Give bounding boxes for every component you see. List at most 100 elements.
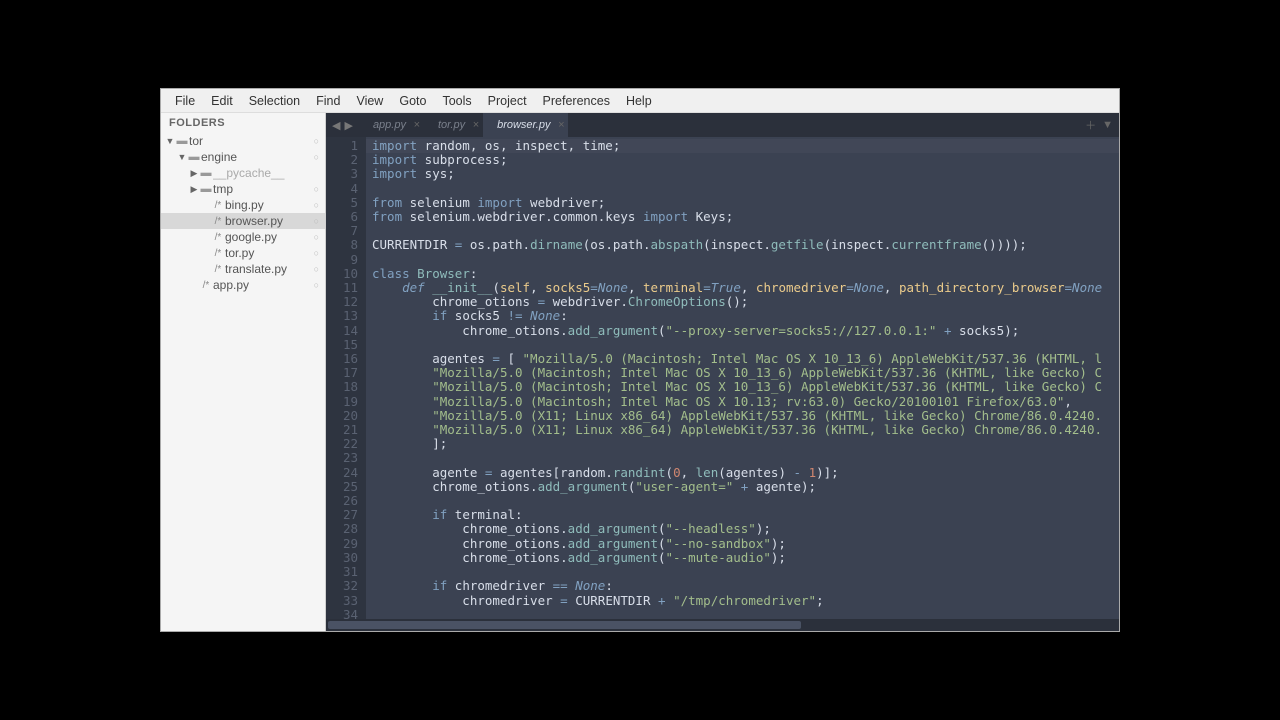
code-content[interactable]: import random, os, inspect, time;import … <box>366 137 1119 619</box>
close-icon[interactable]: × <box>473 119 479 131</box>
code-line[interactable]: chromedriver = CURRENTDIR + "/tmp/chrome… <box>372 594 1119 608</box>
menu-goto[interactable]: Goto <box>391 91 434 111</box>
line-number: 7 <box>326 224 358 238</box>
tree-label: google.py <box>225 230 314 244</box>
code-line[interactable] <box>372 451 1119 465</box>
tree-label: browser.py <box>225 214 314 228</box>
close-icon[interactable]: × <box>558 119 564 131</box>
code-line[interactable]: CURRENTDIR = os.path.dirname(os.path.abs… <box>372 238 1119 252</box>
code-line[interactable] <box>372 565 1119 579</box>
menu-view[interactable]: View <box>348 91 391 111</box>
code-line[interactable]: from selenium import webdriver; <box>372 196 1119 210</box>
tree-item-app-py[interactable]: /*app.py○ <box>161 277 325 293</box>
line-number: 26 <box>326 494 358 508</box>
tab-app-py[interactable]: app.py× <box>359 113 424 137</box>
tree-arrow-icon[interactable]: ▼ <box>165 136 175 146</box>
tree-item-google-py[interactable]: /*google.py○ <box>161 229 325 245</box>
line-number: 1 <box>326 139 358 153</box>
tree-item-tmp[interactable]: ▶▬tmp○ <box>161 181 325 197</box>
code-line[interactable]: chrome_otions.add_argument("--mute-audio… <box>372 551 1119 565</box>
code-line[interactable]: agente = agentes[random.randint(0, len(a… <box>372 466 1119 480</box>
code-line[interactable] <box>372 608 1119 619</box>
tab-nav[interactable]: ◀ ▶ <box>326 113 359 137</box>
line-number: 22 <box>326 437 358 451</box>
code-line[interactable]: "Mozilla/5.0 (Macintosh; Intel Mac OS X … <box>372 380 1119 394</box>
status-dot-icon: ○ <box>314 216 319 226</box>
tab-controls[interactable]: ＋ ▼ <box>1079 113 1119 137</box>
menu-find[interactable]: Find <box>308 91 348 111</box>
code-line[interactable]: ]; <box>372 437 1119 451</box>
line-number: 14 <box>326 324 358 338</box>
tab-browser-py[interactable]: browser.py× <box>483 113 568 137</box>
close-icon[interactable]: × <box>414 119 420 131</box>
code-line[interactable] <box>372 494 1119 508</box>
chevron-down-icon[interactable]: ▼ <box>1102 119 1113 131</box>
tree-item-browser-py[interactable]: /*browser.py○ <box>161 213 325 229</box>
nav-forward-icon[interactable]: ▶ <box>344 119 352 132</box>
code-line[interactable]: agentes = [ "Mozilla/5.0 (Macintosh; Int… <box>372 352 1119 366</box>
line-number: 28 <box>326 522 358 536</box>
horizontal-scrollbar[interactable] <box>326 619 1119 631</box>
tree-label: tmp <box>213 182 314 196</box>
code-line[interactable]: if terminal: <box>372 508 1119 522</box>
line-number: 17 <box>326 366 358 380</box>
folder-tree: ▼▬tor○▼▬engine○▶▬__pycache__▶▬tmp○/*bing… <box>161 133 325 631</box>
tree-item-translate-py[interactable]: /*translate.py○ <box>161 261 325 277</box>
tab-tor-py[interactable]: tor.py× <box>424 113 483 137</box>
code-line[interactable]: "Mozilla/5.0 (Macintosh; Intel Mac OS X … <box>372 366 1119 380</box>
code-line[interactable]: import subprocess; <box>372 153 1119 167</box>
code-line[interactable]: class Browser: <box>372 267 1119 281</box>
menu-file[interactable]: File <box>167 91 203 111</box>
code-line[interactable]: "Mozilla/5.0 (X11; Linux x86_64) AppleWe… <box>372 409 1119 423</box>
scrollbar-thumb[interactable] <box>328 621 801 629</box>
tree-arrow-icon[interactable]: ▶ <box>189 168 199 179</box>
code-line[interactable]: chrome_otions = webdriver.ChromeOptions(… <box>372 295 1119 309</box>
line-number: 11 <box>326 281 358 295</box>
tree-item-bing-py[interactable]: /*bing.py○ <box>161 197 325 213</box>
menu-edit[interactable]: Edit <box>203 91 241 111</box>
nav-back-icon[interactable]: ◀ <box>332 119 340 132</box>
tree-item-engine[interactable]: ▼▬engine○ <box>161 149 325 165</box>
line-number: 16 <box>326 352 358 366</box>
tree-item-__pycache__[interactable]: ▶▬__pycache__ <box>161 165 325 181</box>
code-area[interactable]: 1234567891011121314151617181920212223242… <box>326 137 1119 619</box>
plus-icon[interactable]: ＋ <box>1085 117 1096 133</box>
main-area: FOLDERS ▼▬tor○▼▬engine○▶▬__pycache__▶▬tm… <box>161 113 1119 631</box>
code-line[interactable]: chrome_otions.add_argument("--no-sandbox… <box>372 537 1119 551</box>
code-line[interactable]: def __init__(self, socks5=None, terminal… <box>372 281 1119 295</box>
file-icon: /* <box>211 216 225 227</box>
tree-arrow-icon[interactable]: ▶ <box>189 184 199 195</box>
code-line[interactable] <box>372 338 1119 352</box>
menu-tools[interactable]: Tools <box>434 91 479 111</box>
code-line[interactable]: from selenium.webdriver.common.keys impo… <box>372 210 1119 224</box>
code-line[interactable]: if chromedriver == None: <box>372 579 1119 593</box>
code-line[interactable] <box>372 253 1119 267</box>
code-line[interactable]: if socks5 != None: <box>372 309 1119 323</box>
status-dot-icon: ○ <box>314 248 319 258</box>
code-line[interactable] <box>372 182 1119 196</box>
code-line[interactable]: import sys; <box>372 167 1119 181</box>
status-dot-icon: ○ <box>314 184 319 194</box>
code-line[interactable]: chrome_otions.add_argument("--proxy-serv… <box>372 324 1119 338</box>
code-line[interactable]: chrome_otions.add_argument("--headless")… <box>372 522 1119 536</box>
status-dot-icon: ○ <box>314 136 319 146</box>
folder-icon: ▬ <box>199 183 213 195</box>
tree-item-tor-py[interactable]: /*tor.py○ <box>161 245 325 261</box>
menu-preferences[interactable]: Preferences <box>535 91 618 111</box>
code-line[interactable]: chrome_otions.add_argument("user-agent="… <box>372 480 1119 494</box>
tree-label: app.py <box>213 278 314 292</box>
menu-project[interactable]: Project <box>480 91 535 111</box>
menu-selection[interactable]: Selection <box>241 91 308 111</box>
line-number: 27 <box>326 508 358 522</box>
code-line[interactable]: "Mozilla/5.0 (X11; Linux x86_64) AppleWe… <box>372 423 1119 437</box>
line-number: 10 <box>326 267 358 281</box>
code-line[interactable] <box>372 224 1119 238</box>
status-dot-icon: ○ <box>314 200 319 210</box>
tree-label: bing.py <box>225 198 314 212</box>
tree-arrow-icon[interactable]: ▼ <box>177 152 187 162</box>
editor-window: FileEditSelectionFindViewGotoToolsProjec… <box>160 88 1120 632</box>
code-line[interactable]: "Mozilla/5.0 (Macintosh; Intel Mac OS X … <box>372 395 1119 409</box>
menu-help[interactable]: Help <box>618 91 660 111</box>
tree-item-tor[interactable]: ▼▬tor○ <box>161 133 325 149</box>
tabbar: ◀ ▶ app.py×tor.py×browser.py× ＋ ▼ <box>326 113 1119 137</box>
